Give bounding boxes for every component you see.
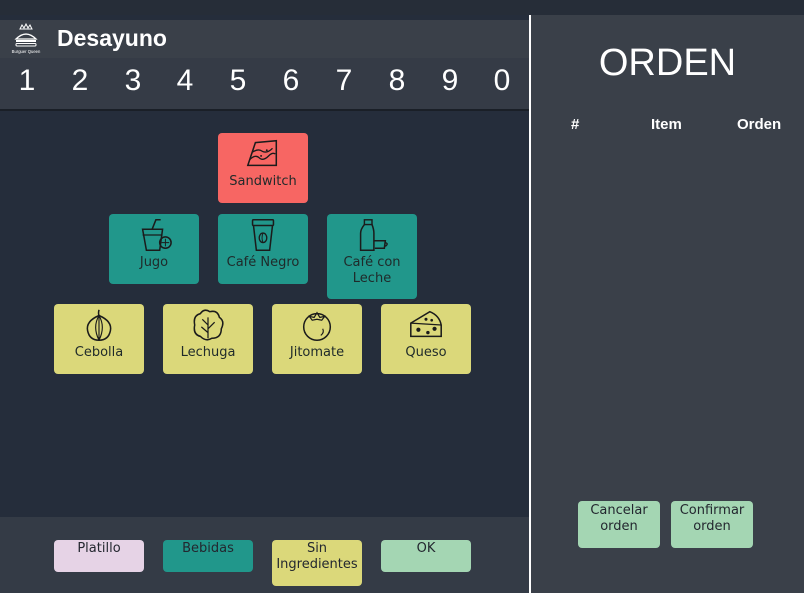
juice-icon [141,219,172,251]
menu-item-label: Café con Leche [343,255,400,287]
label-line: orden [600,519,638,534]
lettuce-icon [193,309,224,341]
confirm-order-button[interactable]: Confirmar orden [671,501,753,548]
num-key-8[interactable]: 8 [382,64,412,98]
menu-item-queso[interactable]: Queso [381,304,471,374]
label-line: Leche [352,271,392,286]
label-line: orden [693,519,731,534]
menu-item-label: Café Negro [226,255,300,270]
menu-header: Burguer Queen Desayuno [0,20,529,58]
order-panel: ORDEN # Item Orden Cancelar orden Confir… [531,15,804,593]
milk-coffee-icon [359,219,388,251]
page-title: Desayuno [57,25,167,51]
ok-button[interactable]: OK [381,540,471,572]
number-pad: 1 2 3 4 5 6 7 8 9 0 [0,58,529,111]
menu-item-label: Jitomate [289,345,345,360]
num-key-5[interactable]: 5 [223,64,253,98]
order-title: ORDEN [598,42,737,84]
platillo-button[interactable]: Platillo [54,540,144,572]
bebidas-button[interactable]: Bebidas [163,540,253,572]
column-header-orden: Orden [737,116,782,133]
num-key-3[interactable]: 3 [118,64,148,98]
menu-item-cafe-con-leche[interactable]: Café con Leche [327,214,417,299]
tomato-icon [302,311,332,341]
column-header-number: # [571,116,580,133]
svg-text:Burguer Queen: Burguer Queen [12,49,41,54]
num-key-2[interactable]: 2 [65,64,95,98]
label-line: Café con [343,255,401,270]
num-key-6[interactable]: 6 [276,64,306,98]
menu-item-label: Queso [405,345,447,360]
category-bar: Platillo Bebidas Sin Ingredientes OK [0,517,529,593]
menu-panel: Burguer Queen Desayuno 1 2 3 4 5 6 7 8 9… [0,15,529,593]
window-top-bar [0,0,804,15]
num-key-4[interactable]: 4 [170,64,200,98]
cheese-icon [410,310,442,338]
label-line: Cancelar [590,503,648,518]
onion-icon [86,309,112,341]
label-line: Sin [306,541,328,556]
menu-item-sandwich[interactable]: Sandwitch [218,133,308,203]
burger-queen-logo: Burguer Queen [12,23,41,54]
sin-ingredientes-button[interactable]: Sin Ingredientes [272,540,362,586]
menu-item-label: Sandwitch [229,174,297,189]
menu-item-lechuga[interactable]: Lechuga [163,304,253,374]
sandwich-icon [246,139,278,167]
cancel-order-button[interactable]: Cancelar orden [578,501,660,548]
num-key-7[interactable]: 7 [329,64,359,98]
num-key-9[interactable]: 9 [435,64,465,98]
menu-item-label: Jugo [139,255,169,270]
menu-item-cafe-negro[interactable]: Café Negro [218,214,308,284]
menu-item-label: Cebolla [74,345,124,360]
label-line: Confirmar [679,503,745,518]
menu-item-jugo[interactable]: Jugo [109,214,199,284]
label-line: Ingredientes [276,557,358,572]
menu-item-cebolla[interactable]: Cebolla [54,304,144,374]
num-key-0[interactable]: 0 [487,64,517,98]
num-key-1[interactable]: 1 [12,64,42,98]
menu-item-label: Lechuga [180,345,236,360]
coffee-cup-icon [251,219,275,251]
menu-item-jitomate[interactable]: Jitomate [272,304,362,374]
column-header-item: Item [651,116,682,133]
